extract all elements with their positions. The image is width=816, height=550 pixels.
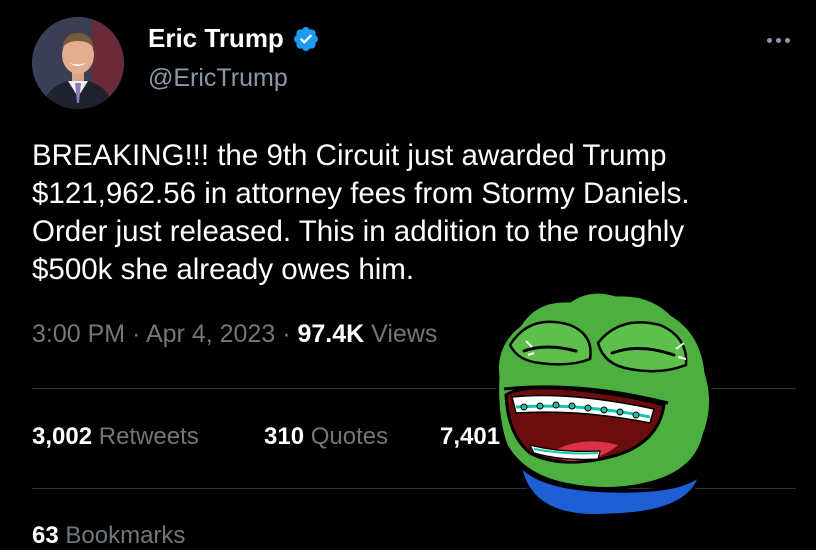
bookmarks-stat[interactable]: 63 Bookmarks — [32, 522, 185, 550]
meta-separator: · — [132, 320, 141, 348]
author-name-row[interactable]: Eric Trump — [148, 23, 320, 54]
tweet-text: BREAKING!!! the 9th Circuit just awarded… — [32, 139, 690, 286]
avatar[interactable] — [32, 17, 124, 109]
meta-separator: · — [282, 320, 291, 348]
more-dot — [775, 37, 781, 43]
retweets-count: 3,002 — [32, 423, 93, 450]
tweet-meta: 3:00 PM · Apr 4, 2023 · 97.4K Views — [32, 320, 437, 349]
views-count[interactable]: 97.4K — [297, 320, 364, 348]
laughing-frog-sticker — [495, 290, 713, 518]
tweet-date[interactable]: Apr 4, 2023 — [146, 320, 275, 348]
author-display-name[interactable]: Eric Trump — [148, 23, 284, 54]
verified-badge-icon — [293, 26, 318, 51]
views-label[interactable]: Views — [371, 320, 437, 348]
bookmarks-label: Bookmarks — [65, 522, 186, 549]
retweets-label: Retweets — [98, 423, 199, 450]
more-dot — [766, 37, 772, 43]
avatar-photo — [32, 17, 124, 109]
retweets-stat[interactable]: 3,002 Retweets — [32, 423, 199, 451]
bookmarks-count: 63 — [32, 522, 59, 549]
more-dot — [784, 37, 790, 43]
quotes-stat[interactable]: 310 Quotes — [264, 423, 388, 451]
quotes-label: Quotes — [310, 423, 389, 450]
author-handle[interactable]: @EricTrump — [148, 64, 288, 93]
tweet-time[interactable]: 3:00 PM — [32, 320, 125, 348]
more-options-icon[interactable] — [760, 28, 796, 52]
quotes-count: 310 — [264, 423, 305, 450]
